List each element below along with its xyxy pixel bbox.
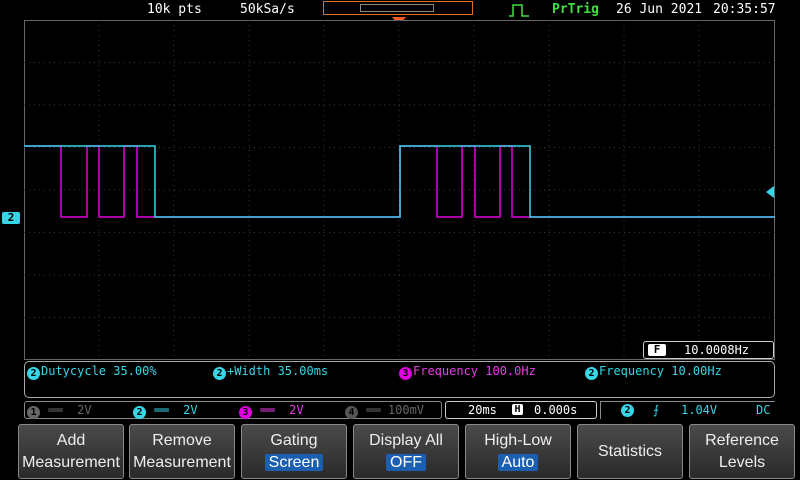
trigger-coupling: DC xyxy=(756,403,771,417)
measurement-width[interactable]: 2 +Width 35.00ms xyxy=(213,364,328,380)
ch4-status[interactable]: 4 ══ 100mV xyxy=(345,403,424,419)
timebase-position: 0.000s xyxy=(534,403,578,417)
sample-rate: 50kSa/s xyxy=(240,2,295,17)
statistics-button[interactable]: Statistics xyxy=(577,424,683,479)
trigger-status-panel[interactable]: 2 ⨍ 1.04V DC xyxy=(600,401,775,419)
ch2-badge: 2 xyxy=(27,367,40,380)
timebase-scale: 20ms xyxy=(468,403,497,417)
trigger-level: 1.04V xyxy=(681,403,718,417)
remove-measurement-button[interactable]: Remove Measurement xyxy=(129,424,235,479)
frequency-counter: F 10.0008Hz xyxy=(643,341,774,359)
softkey-bar: Add Measurement Remove Measurement Gatin… xyxy=(0,422,800,480)
trigger-status: PrTrig xyxy=(552,2,599,17)
channel-status-bar: 1 ══ 2V 2 ══ 2V 3 ══ 2V 4 ══ 100mV xyxy=(24,401,442,419)
display-all-button[interactable]: Display All OFF xyxy=(353,424,459,479)
ch1-status[interactable]: 1 ══ 2V xyxy=(27,403,92,419)
counter-value: 10.0008Hz xyxy=(684,343,750,357)
ch2-badge: 2 xyxy=(213,367,226,380)
measurement-dutycycle[interactable]: 2 Dutycycle 35.00% xyxy=(27,364,157,380)
trigger-level-marker[interactable] xyxy=(766,186,774,198)
counter-icon: F xyxy=(648,344,666,356)
rising-edge-icon: ⨍ xyxy=(653,403,660,417)
ch2-badge: 2 xyxy=(585,367,598,380)
measurement-frequency-ch2[interactable]: 2 Frequency 10.00Hz xyxy=(585,364,722,380)
add-measurement-button[interactable]: Add Measurement xyxy=(18,424,124,479)
reference-levels-button[interactable]: Reference Levels xyxy=(689,424,795,479)
display-all-value: OFF xyxy=(386,454,426,471)
measurement-panel: 2 Dutycycle 35.00% 2 +Width 35.00ms 3 Frequ… xyxy=(24,361,775,398)
record-length: 10k pts xyxy=(147,2,202,17)
ch2-ground-marker[interactable]: 2 xyxy=(2,212,20,224)
time: 20:35:57 xyxy=(713,2,776,17)
high-low-button[interactable]: High-Low Auto xyxy=(465,424,571,479)
waveform-display xyxy=(24,20,775,360)
gating-button[interactable]: Gating Screen xyxy=(241,424,347,479)
memory-bar xyxy=(323,1,473,15)
measurement-frequency-ch3[interactable]: 3 Frequency 100.0Hz xyxy=(399,364,536,380)
ch3-status[interactable]: 3 ══ 2V xyxy=(239,403,304,419)
timebase-status[interactable]: 20ms H 0.000s xyxy=(445,401,597,419)
ch3-badge: 3 xyxy=(399,367,412,380)
ch2-status[interactable]: 2 ══ 2V xyxy=(133,403,198,419)
gating-value: Screen xyxy=(264,454,324,471)
date: 26 Jun 2021 xyxy=(616,2,703,17)
trigger-edge-icon xyxy=(509,4,529,17)
high-low-value: Auto xyxy=(497,454,539,471)
